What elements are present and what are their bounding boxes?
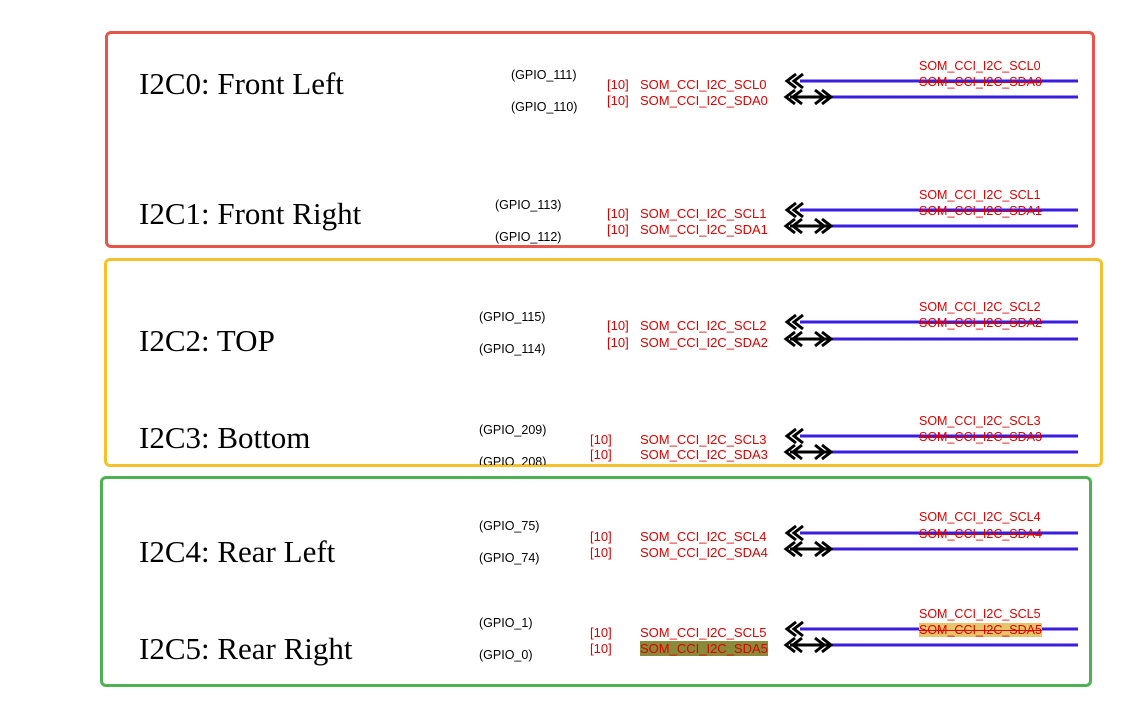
net-label-sda-i2c5: SOM_CCI_I2C_SDA5 <box>919 623 1042 637</box>
signal-sda-i2c3: SOM_CCI_I2C_SDA3 <box>640 447 768 462</box>
net-label-sda-i2c2: SOM_CCI_I2C_SDA2 <box>919 316 1042 330</box>
page-ref-scl-i2c1[interactable]: [10] <box>607 206 629 221</box>
net-label-scl-i2c5: SOM_CCI_I2C_SCL5 <box>919 607 1041 621</box>
gpio-sda-i2c3: (GPIO_208) <box>479 455 547 465</box>
sda-bidirectional-arrow-icon-i2c5 <box>783 636 834 654</box>
gpio-scl-i2c1: (GPIO_113) <box>495 198 562 212</box>
gpio-sda-i2c0: (GPIO_110) <box>511 100 578 114</box>
sda-bidirectional-arrow-icon-i2c1 <box>783 217 834 235</box>
page-ref-sda-i2c0[interactable]: [10] <box>607 93 629 108</box>
gpio-sda-i2c5: (GPIO_0) <box>479 648 533 662</box>
page-ref-scl-i2c3[interactable]: [10] <box>590 432 612 447</box>
channel-title-i2c0: I2C0: Front Left <box>139 66 344 101</box>
signal-sda-i2c4: SOM_CCI_I2C_SDA4 <box>640 545 768 560</box>
page-ref-sda-i2c2[interactable]: [10] <box>607 335 629 350</box>
gpio-sda-i2c2: (GPIO_114) <box>479 342 546 356</box>
net-label-scl-i2c0: SOM_CCI_I2C_SCL0 <box>919 59 1041 73</box>
signal-sda-i2c5-highlighted: SOM_CCI_I2C_SDA5 <box>640 641 768 656</box>
gpio-scl-i2c0: (GPIO_111) <box>511 68 577 82</box>
signal-scl-i2c1: SOM_CCI_I2C_SCL1 <box>640 206 767 221</box>
page-ref-sda-i2c1[interactable]: [10] <box>607 222 629 237</box>
channel-title-i2c4: I2C4: Rear Left <box>139 534 336 569</box>
page-ref-sda-i2c4[interactable]: [10] <box>590 545 612 560</box>
net-label-sda-i2c1: SOM_CCI_I2C_SDA1 <box>919 204 1042 218</box>
signal-scl-i2c3: SOM_CCI_I2C_SCL3 <box>640 432 767 447</box>
channel-title-i2c1: I2C1: Front Right <box>139 196 362 231</box>
net-label-sda-i2c4: SOM_CCI_I2C_SDA4 <box>919 527 1042 541</box>
signal-scl-i2c4: SOM_CCI_I2C_SCL4 <box>640 529 767 544</box>
page-ref-scl-i2c5[interactable]: [10] <box>590 625 612 640</box>
net-label-scl-i2c2: SOM_CCI_I2C_SCL2 <box>919 300 1041 314</box>
sda-bidirectional-arrow-icon-i2c2 <box>783 330 834 348</box>
gpio-scl-i2c2: (GPIO_115) <box>479 310 546 324</box>
sda-bidirectional-arrow-icon-i2c4 <box>783 540 834 558</box>
net-label-scl-i2c4: SOM_CCI_I2C_SCL4 <box>919 510 1041 524</box>
net-label-sda-i2c0: SOM_CCI_I2C_SDA0 <box>919 75 1042 89</box>
channel-title-i2c5: I2C5: Rear Right <box>139 631 353 666</box>
sda-bidirectional-arrow-icon-i2c0 <box>783 88 834 106</box>
page-ref-scl-i2c0[interactable]: [10] <box>607 77 629 92</box>
gpio-sda-i2c1: (GPIO_112) <box>495 230 562 244</box>
gpio-scl-i2c3: (GPIO_209) <box>479 423 547 437</box>
signal-scl-i2c0: SOM_CCI_I2C_SCL0 <box>640 77 767 92</box>
gpio-sda-i2c4: (GPIO_74) <box>479 551 540 565</box>
signal-sda-i2c1: SOM_CCI_I2C_SDA1 <box>640 222 768 237</box>
gpio-scl-i2c5: (GPIO_1) <box>479 616 533 630</box>
channel-title-i2c3: I2C3: Bottom <box>139 420 311 455</box>
page-ref-scl-i2c4[interactable]: [10] <box>590 529 612 544</box>
net-label-scl-i2c1: SOM_CCI_I2C_SCL1 <box>919 188 1041 202</box>
page-ref-sda-i2c3[interactable]: [10] <box>590 447 612 462</box>
signal-scl-i2c2: SOM_CCI_I2C_SCL2 <box>640 318 767 333</box>
sda-bidirectional-arrow-icon-i2c3 <box>783 443 834 461</box>
net-label-scl-i2c3: SOM_CCI_I2C_SCL3 <box>919 414 1041 428</box>
page-ref-scl-i2c2[interactable]: [10] <box>607 318 629 333</box>
signal-scl-i2c5: SOM_CCI_I2C_SCL5 <box>640 625 767 640</box>
signal-sda-i2c2: SOM_CCI_I2C_SDA2 <box>640 335 768 350</box>
page-ref-sda-i2c5[interactable]: [10] <box>590 641 612 656</box>
channel-title-i2c2: I2C2: TOP <box>139 323 275 358</box>
gpio-scl-i2c4: (GPIO_75) <box>479 519 540 533</box>
signal-sda-i2c0: SOM_CCI_I2C_SDA0 <box>640 93 768 108</box>
net-label-sda-i2c3: SOM_CCI_I2C_SDA3 <box>919 430 1042 444</box>
